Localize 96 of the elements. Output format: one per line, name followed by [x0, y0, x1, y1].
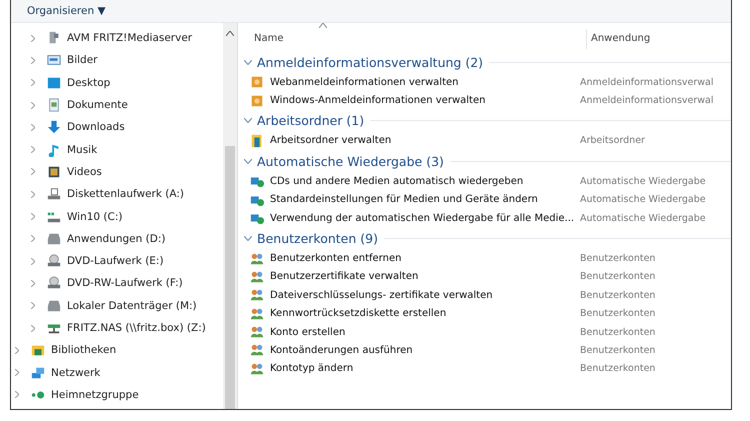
expand-chevron-icon[interactable]: [31, 302, 35, 310]
control-panel-item[interactable]: Windows-Anmeldeinformationen verwalten: [244, 94, 580, 108]
nav-item[interactable]: FRITZ.NAS (\\fritz.box) (Z:): [11, 316, 223, 340]
control-panel-item[interactable]: Kontotyp ändern: [244, 362, 580, 376]
control-panel-item[interactable]: Webanmeldeinformationen verwalten: [244, 75, 580, 90]
application-cell: Benutzerkonten: [580, 290, 656, 301]
server-icon: [47, 31, 61, 46]
collapse-chevron-icon[interactable]: [244, 118, 252, 124]
expand-chevron-icon[interactable]: [15, 391, 19, 398]
dvd-drive-icon: [47, 276, 61, 290]
users-icon: [250, 270, 264, 284]
dvd-drive-icon: [47, 254, 61, 268]
music-note-icon: [47, 142, 61, 157]
nav-item[interactable]: Dokumente: [11, 94, 223, 116]
application-cell: Anmeldeinformationsverwal: [580, 95, 714, 106]
group-header[interactable]: Automatische Wiedergabe (3): [257, 154, 444, 169]
collapse-chevron-icon[interactable]: [244, 158, 252, 164]
nav-item[interactable]: Desktop: [11, 72, 223, 94]
expand-chevron-icon[interactable]: [31, 56, 35, 64]
desktop-icon: [47, 76, 61, 90]
drive-icon: [47, 210, 61, 224]
application-cell: Anmeldeinformationsverwal: [580, 76, 714, 88]
application-cell: Benutzerkonten: [580, 363, 656, 374]
expand-chevron-icon[interactable]: [31, 168, 35, 176]
users-icon: [250, 325, 264, 340]
users-icon: [250, 288, 264, 302]
column-header[interactable]: Name: [244, 29, 586, 49]
users-icon: [250, 362, 264, 376]
expand-chevron-icon[interactable]: [31, 124, 35, 131]
application-cell: Benutzerkonten: [580, 253, 656, 264]
scrollbar-thumb[interactable]: [225, 146, 235, 409]
expand-chevron-icon[interactable]: [31, 102, 35, 109]
application-cell: Benutzerkonten: [580, 344, 656, 356]
column-header[interactable]: Anwendung: [586, 29, 731, 49]
nav-item[interactable]: Diskettenlaufwerk (A:): [11, 183, 223, 206]
drive-icon: [47, 232, 61, 246]
application-cell: Arbeitsordner: [580, 135, 645, 146]
document-icon: [47, 98, 61, 112]
expand-chevron-icon[interactable]: [31, 190, 35, 198]
film-icon: [47, 164, 61, 179]
drive-icon: [47, 298, 61, 313]
control-panel-item[interactable]: Konto erstellen: [244, 325, 580, 340]
expand-chevron-icon[interactable]: [31, 34, 35, 42]
nav-item[interactable]: Anwendungen (D:): [11, 228, 223, 250]
control-panel-item[interactable]: Arbeitsordner verwalten: [244, 134, 580, 148]
users-icon: [250, 306, 264, 321]
application-cell: Benutzerkonten: [580, 308, 656, 320]
control-panel-item[interactable]: Kennwortrücksetzdiskette erstellen: [244, 306, 580, 321]
application-cell: Automatische Wiedergabe: [580, 194, 706, 206]
collapse-chevron-icon[interactable]: [244, 236, 252, 241]
control-panel-item[interactable]: Kontoänderungen ausführen: [244, 343, 580, 358]
expand-chevron-icon[interactable]: [15, 369, 19, 376]
nav-item[interactable]: Bibliotheken: [11, 339, 223, 362]
nav-item[interactable]: Win10 (C:): [11, 205, 223, 228]
nav-item[interactable]: Heimnetzgruppe: [11, 384, 223, 406]
group-header[interactable]: Anmeldeinformationsverwaltung (2): [257, 54, 484, 70]
control-panel-item[interactable]: CDs und andere Medien automatisch wiedergeben: [244, 174, 580, 188]
users-icon: [250, 252, 264, 266]
application-cell: Benutzerkonten: [580, 271, 656, 282]
picture-icon: [47, 53, 61, 68]
drive-icon: [47, 187, 61, 202]
nav-item[interactable]: Videos: [11, 160, 223, 184]
users-icon: [250, 343, 264, 358]
group-header[interactable]: Benutzerkonten (9): [257, 230, 378, 246]
expand-chevron-icon[interactable]: [31, 258, 35, 265]
nav-item[interactable]: DVD-RW-Laufwerk (F:): [11, 272, 223, 295]
expand-chevron-icon[interactable]: [31, 280, 35, 287]
organize-button[interactable]: Organisieren ▼: [27, 5, 106, 17]
control-panel-item[interactable]: Benutzerzertifikate verwalten: [244, 270, 580, 284]
sort-caret-icon: [319, 23, 327, 28]
expand-chevron-icon[interactable]: [31, 324, 35, 332]
expand-chevron-icon[interactable]: [31, 213, 35, 220]
collapse-chevron-icon[interactable]: [244, 60, 252, 64]
control-panel-item[interactable]: Verwendung der automatischen Wiedergabe für alle Medie...: [244, 211, 580, 226]
application-cell: Automatische Wiedergabe: [580, 176, 706, 187]
application-cell: Automatische Wiedergabe: [580, 212, 706, 224]
expand-chevron-icon[interactable]: [15, 346, 19, 354]
scroll-up-icon[interactable]: [226, 31, 234, 36]
nav-item[interactable]: Downloads: [11, 116, 223, 138]
download-arrow-icon: [47, 120, 61, 134]
nav-item[interactable]: AVM FRITZ!Mediaserver: [11, 27, 223, 50]
control-panel-item[interactable]: Dateiverschlüsselungs- zertifikate verwalten: [244, 288, 580, 302]
nav-item[interactable]: Lokaler Datenträger (M:): [11, 294, 223, 317]
control-panel-item[interactable]: Benutzerkonten entfernen: [244, 252, 580, 266]
control-panel-item[interactable]: Standardeinstellungen für Medien und Geräte ändern: [244, 192, 580, 207]
expand-chevron-icon[interactable]: [31, 235, 35, 242]
folder-icon: [250, 134, 264, 148]
application-cell: Benutzerkonten: [580, 326, 656, 338]
nav-item[interactable]: Netzwerk: [11, 361, 223, 384]
nav-item[interactable]: Bilder: [11, 49, 223, 72]
expand-chevron-icon[interactable]: [31, 146, 35, 154]
nav-item[interactable]: Musik: [11, 138, 223, 161]
group-header[interactable]: Arbeitsordner (1): [257, 113, 364, 128]
nav-item[interactable]: DVD-Laufwerk (E:): [11, 250, 223, 272]
scrollbar[interactable]: [223, 23, 238, 409]
expand-chevron-icon[interactable]: [31, 79, 35, 86]
